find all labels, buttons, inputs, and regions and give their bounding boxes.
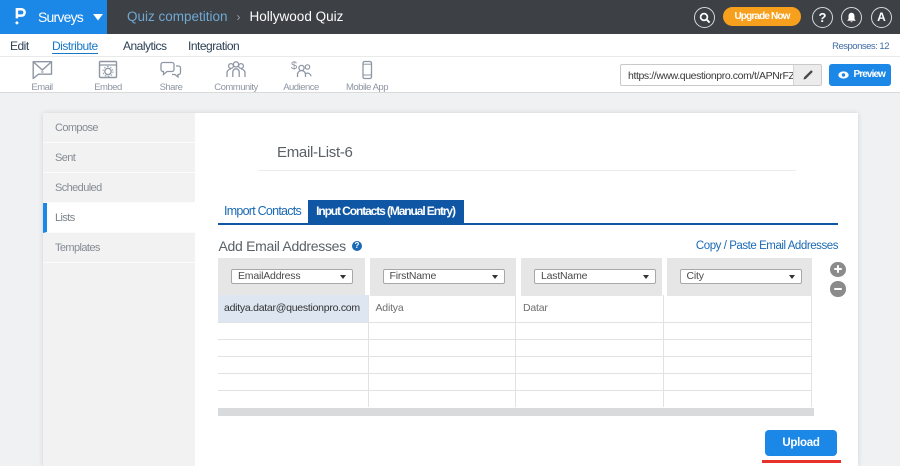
svg-text:$: $ xyxy=(291,60,297,72)
